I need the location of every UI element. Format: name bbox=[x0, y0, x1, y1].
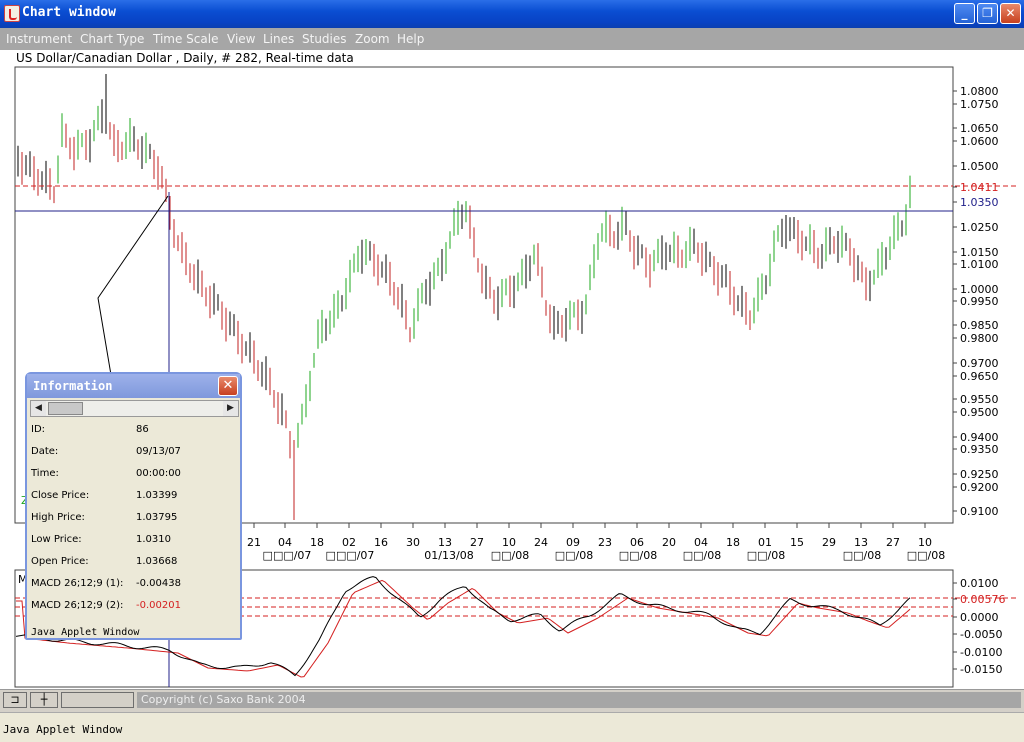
info-row-value: 86 bbox=[136, 424, 149, 435]
status-blank-button[interactable] bbox=[61, 692, 134, 708]
date-tick-label: 13 bbox=[438, 536, 452, 549]
price-tick-label: 0.9800 bbox=[960, 332, 999, 345]
price-tick-label: 0.9250 bbox=[960, 468, 999, 481]
month-label: □□/08 bbox=[555, 549, 594, 562]
price-tick-label: 1.0750 bbox=[960, 98, 999, 111]
price-tick-label: 0.9700 bbox=[960, 357, 999, 370]
price-tick-label: 1.0650 bbox=[960, 122, 999, 135]
month-label: □□/08 bbox=[683, 549, 722, 562]
info-close-button[interactable]: ✕ bbox=[218, 376, 238, 396]
date-tick-label: 18 bbox=[726, 536, 740, 549]
info-row-label: MACD 26;12;9 (2): bbox=[31, 600, 124, 611]
macd-tick-label: 0.0000 bbox=[960, 611, 999, 624]
price-tick-label: 1.0100 bbox=[960, 258, 999, 271]
macd-tick-label: 0.0100 bbox=[960, 577, 999, 590]
date-tick-label: 04 bbox=[694, 536, 708, 549]
month-label: □□/08 bbox=[747, 549, 786, 562]
info-footer: Java Applet Window bbox=[31, 627, 140, 638]
info-row-value: 09/13/07 bbox=[136, 446, 181, 457]
price-tick-label: 1.0800 bbox=[960, 85, 999, 98]
date-tick-label: 15 bbox=[790, 536, 804, 549]
date-tick-label: 10 bbox=[502, 536, 516, 549]
date-tick-label: 10 bbox=[918, 536, 932, 549]
info-row-label: High Price: bbox=[31, 512, 85, 523]
info-row-label: Low Price: bbox=[31, 534, 82, 545]
date-tick-label: 01 bbox=[758, 536, 772, 549]
price-tick-label: 1.0411 bbox=[960, 181, 999, 194]
info-row-value: 00:00:00 bbox=[136, 468, 181, 479]
information-dialog[interactable]: Information ✕ ◀ ▶ ID: 86 Date: 09/13/07 Time… bbox=[25, 372, 242, 640]
date-tick-label: 20 bbox=[662, 536, 676, 549]
info-row-value: 1.03668 bbox=[136, 556, 178, 567]
close-icon: ✕ bbox=[222, 378, 234, 393]
month-label: □□/08 bbox=[491, 549, 530, 562]
month-label: □□/08 bbox=[907, 549, 946, 562]
info-row-value: 1.0310 bbox=[136, 534, 171, 545]
status-bar: ⊐ ┼ Copyright (c) Saxo Bank 2004 bbox=[0, 689, 1024, 712]
price-tick-label: 0.9650 bbox=[960, 370, 999, 383]
date-tick-label: 24 bbox=[534, 536, 548, 549]
info-row-label: ID: bbox=[31, 424, 46, 435]
info-title[interactable]: Information bbox=[27, 374, 240, 398]
crosshair-button[interactable]: ┼ bbox=[30, 692, 58, 708]
month-label: 01/13/08 bbox=[424, 549, 473, 562]
copyright-text: Copyright (c) Saxo Bank 2004 bbox=[137, 692, 1021, 708]
macd-tick-label: -0.0150 bbox=[960, 663, 1002, 676]
date-tick-label: 13 bbox=[854, 536, 868, 549]
info-row-value: -0.00438 bbox=[136, 578, 181, 589]
pin-button[interactable]: ⊐ bbox=[3, 692, 27, 708]
info-row-label: MACD 26;12;9 (1): bbox=[31, 578, 124, 589]
price-tick-label: 1.0350 bbox=[960, 196, 999, 209]
date-tick-label: 06 bbox=[630, 536, 644, 549]
price-tick-label: 0.9500 bbox=[960, 406, 999, 419]
scroll-left-icon[interactable]: ◀ bbox=[31, 401, 46, 416]
price-tick-label: 0.9350 bbox=[960, 443, 999, 456]
info-scrollbar[interactable]: ◀ ▶ bbox=[30, 400, 239, 417]
macd-axis: 0.0100 0.00576 0.0000 -0.0050 -0.0100 -0.0150 bbox=[953, 577, 1019, 676]
price-tick-label: 1.0600 bbox=[960, 135, 999, 148]
price-tick-label: 0.9850 bbox=[960, 319, 999, 332]
info-row-label: Time: bbox=[31, 468, 59, 479]
date-tick-label: 27 bbox=[470, 536, 484, 549]
info-row-value: 1.03399 bbox=[136, 490, 178, 501]
month-label: □□□/07 bbox=[263, 549, 312, 562]
price-tick-label: 0.9550 bbox=[960, 393, 999, 406]
month-label: □□/08 bbox=[619, 549, 658, 562]
date-tick-label: 23 bbox=[598, 536, 612, 549]
applet-footer: Java Applet Window bbox=[0, 712, 1024, 742]
pin-icon: ⊐ bbox=[10, 693, 20, 706]
price-tick-label: 0.9100 bbox=[960, 505, 999, 518]
scroll-right-icon[interactable]: ▶ bbox=[223, 401, 238, 416]
info-row-label: Date: bbox=[31, 446, 59, 457]
date-tick-label: 27 bbox=[886, 536, 900, 549]
date-tick-label: 21 bbox=[247, 536, 261, 549]
date-tick-label: 16 bbox=[374, 536, 388, 549]
price-tick-label: 0.9200 bbox=[960, 481, 999, 494]
month-label: □□□/07 bbox=[326, 549, 375, 562]
date-axis: 21 04 18 02 16 30 13 27 10 24 09 23 06 20 04 18 01 15 29 13… bbox=[247, 523, 945, 562]
price-axis: 1.08001.0750 1.06501.0600 1.0500 1.0411 1.03… bbox=[953, 85, 999, 518]
date-tick-label: 02 bbox=[342, 536, 356, 549]
scroll-thumb[interactable] bbox=[48, 402, 83, 415]
info-row-label: Close Price: bbox=[31, 490, 90, 501]
date-tick-label: 29 bbox=[822, 536, 836, 549]
macd-tick-label: 0.00576 bbox=[960, 593, 1006, 606]
price-tick-label: 1.0500 bbox=[960, 160, 999, 173]
price-tick-label: 1.0250 bbox=[960, 221, 999, 234]
date-tick-label: 30 bbox=[406, 536, 420, 549]
chart-window: Chart window _ ❐ ✕ Instrument Chart Type… bbox=[0, 0, 1024, 742]
crosshair-icon: ┼ bbox=[40, 693, 48, 706]
month-label: □□/08 bbox=[843, 549, 882, 562]
info-row-label: Open Price: bbox=[31, 556, 89, 567]
info-row-value: -0.00201 bbox=[136, 600, 181, 611]
date-tick-label: 09 bbox=[566, 536, 580, 549]
price-tick-label: 0.9950 bbox=[960, 295, 999, 308]
date-tick-label: 18 bbox=[310, 536, 324, 549]
date-tick-label: 04 bbox=[278, 536, 292, 549]
macd-tick-label: -0.0100 bbox=[960, 646, 1002, 659]
macd-tick-label: -0.0050 bbox=[960, 628, 1002, 641]
info-row-value: 1.03795 bbox=[136, 512, 178, 523]
